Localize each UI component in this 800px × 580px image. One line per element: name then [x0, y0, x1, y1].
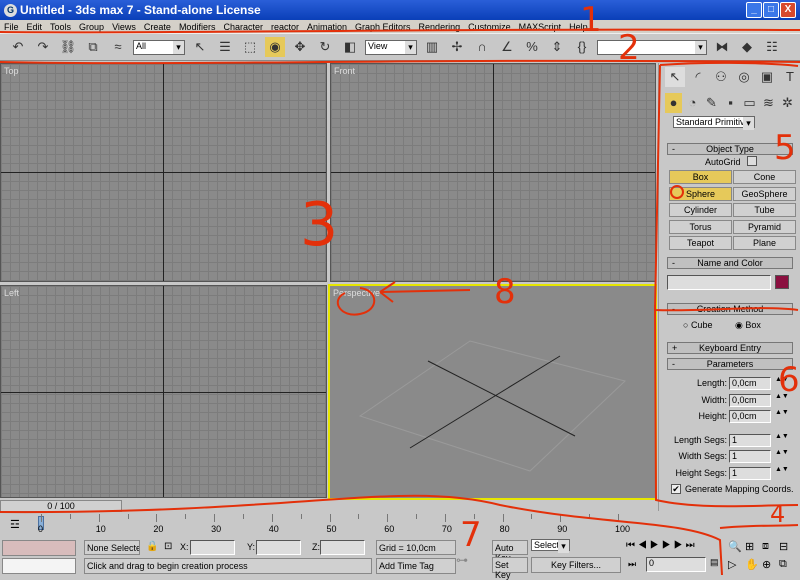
annotation-2: 2	[618, 28, 640, 68]
annotation-1: 1	[580, 0, 602, 40]
annotation-6: 6	[778, 360, 800, 400]
annotation-5: 5	[774, 128, 796, 168]
annotation-4: 4	[770, 500, 786, 528]
annotation-strokes	[0, 28, 800, 575]
annotation-7: 7	[460, 515, 482, 555]
annotation-8: 8	[494, 272, 516, 312]
annotation-3: 3	[300, 190, 339, 260]
